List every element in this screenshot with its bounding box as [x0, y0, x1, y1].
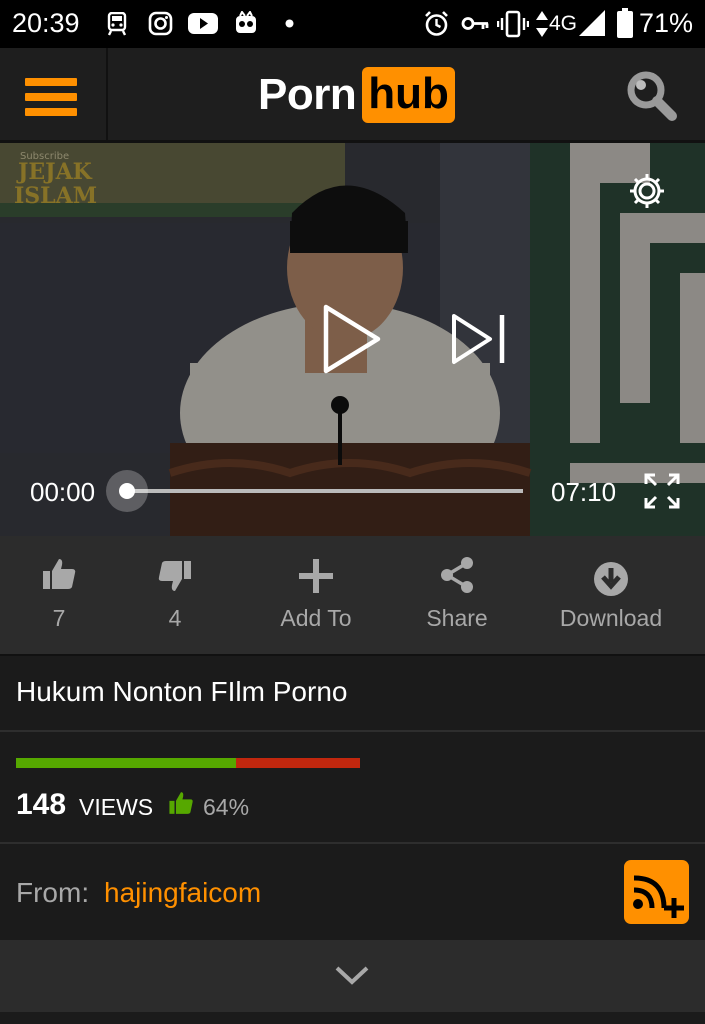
site-logo[interactable]: Porn hub: [258, 66, 455, 124]
plus-icon: [299, 559, 333, 593]
hamburger-menu-icon[interactable]: [0, 48, 108, 140]
progress-bar[interactable]: [127, 489, 523, 493]
video-player[interactable]: Subscribe JEJAK ISLAM 00:00 07:10: [0, 143, 705, 536]
add-to-button[interactable]: Add To: [262, 536, 370, 654]
owl-app-icon: [236, 11, 256, 33]
views-label: VIEWS: [79, 794, 154, 820]
instagram-icon: [148, 11, 173, 36]
search-icon[interactable]: [622, 66, 682, 126]
fullscreen-icon[interactable]: [644, 473, 680, 509]
thumbs-up-icon: [43, 559, 76, 589]
share-icon: [441, 557, 473, 593]
logo-hub-text: hub: [362, 67, 455, 123]
key-icon: [461, 17, 489, 30]
train-icon: [107, 12, 127, 36]
battery-percent: 71%: [639, 8, 694, 38]
video-title-row: Hukum Nonton FIlm Porno: [0, 656, 705, 732]
dislike-button[interactable]: 4: [130, 536, 220, 654]
rss-plus-icon: [633, 875, 684, 918]
network-type: 4G: [549, 12, 578, 35]
progress-handle[interactable]: [119, 483, 135, 499]
rating-thumbs-up-icon: [169, 792, 193, 814]
site-header: Porn hub: [0, 48, 705, 143]
rating-bar: [16, 758, 360, 768]
thumbs-down-icon: [158, 561, 191, 591]
total-time: 07:10: [551, 477, 617, 507]
logo-porn-text: Porn: [258, 70, 357, 119]
like-count: 7: [52, 605, 66, 631]
video-title: Hukum Nonton FIlm Porno: [16, 676, 348, 707]
expand-details-button[interactable]: [0, 940, 705, 1012]
bottom-strip: [0, 1012, 705, 1024]
data-arrows-icon: [536, 11, 548, 37]
action-bar: 7 4 Add To Share Download: [0, 536, 705, 656]
share-button[interactable]: Share: [410, 536, 504, 654]
video-stats: 148 VIEWS 64%: [0, 732, 705, 844]
subscribe-button[interactable]: [624, 860, 689, 924]
settings-icon[interactable]: [627, 171, 667, 211]
alarm-icon: [425, 11, 448, 36]
rating-bar-positive: [16, 758, 237, 768]
signal-icon: [579, 10, 605, 36]
views-count: 148: [16, 788, 67, 821]
download-button[interactable]: Download: [552, 536, 670, 654]
chevron-down-icon: [335, 966, 369, 985]
like-button[interactable]: 7: [14, 536, 104, 654]
skip-next-icon[interactable]: [450, 313, 508, 365]
status-time: 20:39: [12, 8, 80, 38]
youtube-icon: [188, 13, 218, 34]
player-controls: 00:00 07:10: [0, 143, 705, 536]
share-label: Share: [426, 605, 488, 631]
from-label: From:: [16, 877, 90, 908]
uploader-link[interactable]: hajingfaicom: [104, 877, 261, 909]
dot-icon: [285, 19, 294, 28]
status-bar: 20:39 4G 71%: [0, 0, 705, 48]
battery-icon: [617, 8, 633, 38]
download-label: Download: [559, 605, 663, 631]
vibrate-icon: [497, 10, 529, 38]
play-icon[interactable]: [320, 303, 384, 375]
uploader-row: From: hajingfaicom: [0, 844, 705, 940]
rating-percent: 64%: [203, 794, 250, 820]
dislike-count: 4: [168, 605, 182, 631]
add-to-label: Add To: [280, 605, 352, 631]
current-time: 00:00: [30, 477, 96, 507]
download-icon: [594, 562, 628, 596]
